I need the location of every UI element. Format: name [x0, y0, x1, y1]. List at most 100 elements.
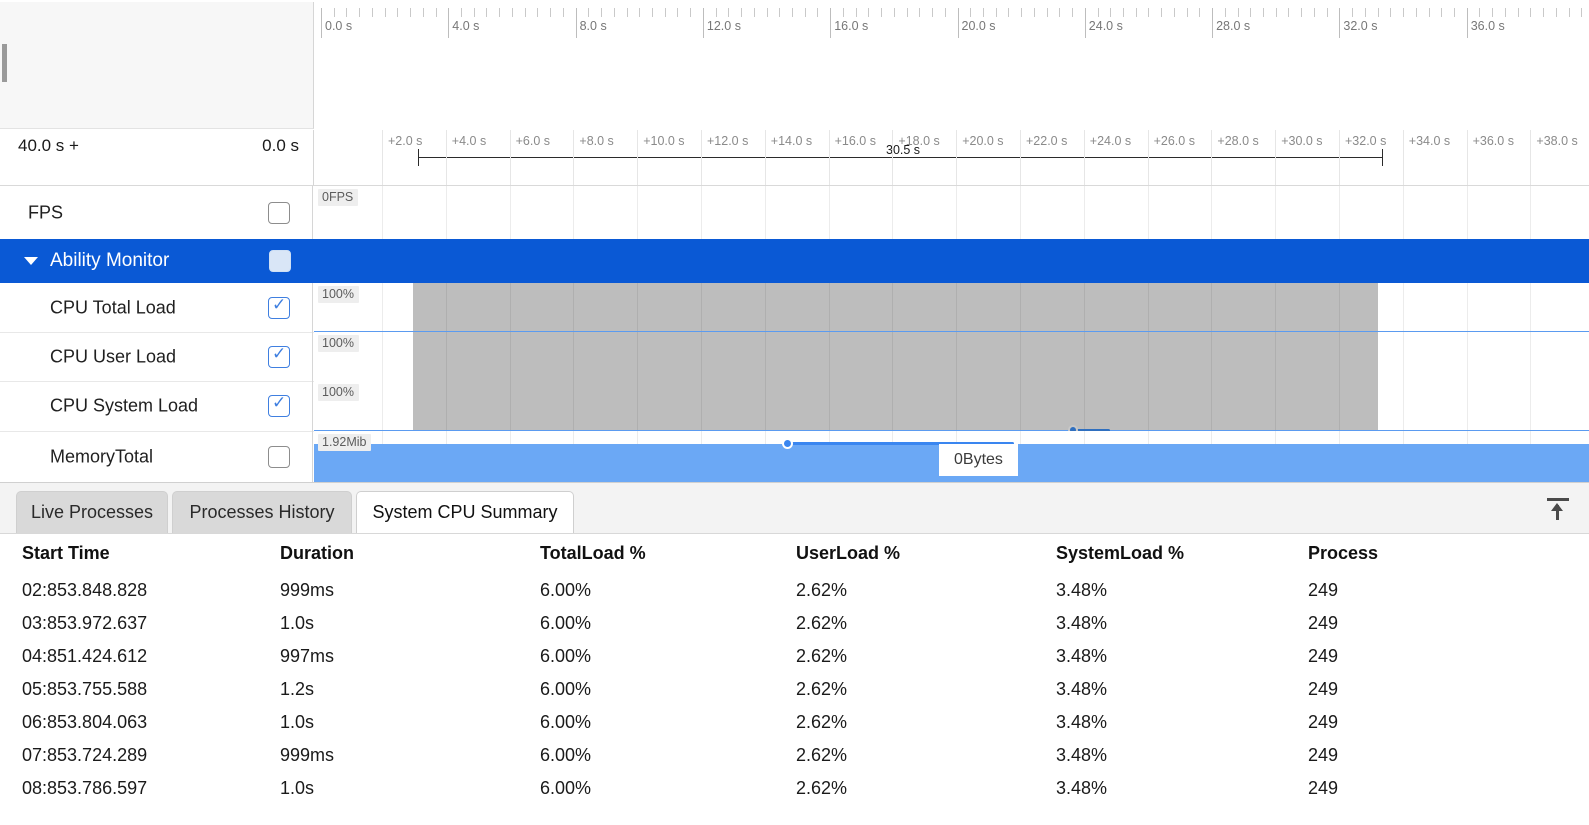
track-checkbox-memorytotal[interactable] [268, 446, 290, 468]
range-ruler-label: +38.0 s [1536, 134, 1577, 148]
range-ruler-cell: +2.0 s [382, 130, 446, 185]
range-ruler-label: +12.0 s [707, 134, 748, 148]
table-cell: 3.48% [1056, 574, 1308, 607]
tab-system-cpu-summary[interactable]: System CPU Summary [356, 491, 574, 533]
chevron-down-icon[interactable] [24, 257, 38, 265]
column-header-systemload[interactable]: SystemLoad % [1056, 535, 1308, 574]
column-header-start-time[interactable]: Start Time [0, 535, 280, 574]
ruler-tick-minor [1250, 8, 1251, 17]
chart-gridline [1530, 186, 1531, 239]
chart-gridline [382, 381, 383, 431]
table-row[interactable]: 04:851.424.612997ms6.00%2.62%3.48%249 [0, 640, 1589, 673]
ruler-tick-minor [550, 8, 551, 17]
profiler-window: 0.0 s4.0 s8.0 s12.0 s16.0 s20.0 s24.0 s2… [0, 0, 1589, 825]
ruler-tick-minor [1034, 8, 1035, 17]
selection-overlay [413, 381, 1378, 431]
ruler-tick-minor [1518, 8, 1519, 17]
value-tooltip: 0Bytes [939, 444, 1018, 476]
table-cell: 6.00% [540, 640, 796, 673]
tab-live-processes[interactable]: Live Processes [16, 491, 168, 533]
track-row-cpu-system-load[interactable]: CPU System Load 100% [0, 381, 1589, 432]
track-checkbox-cpu-system-load[interactable] [268, 395, 290, 417]
track-chart-cpu-system-load[interactable]: 100% [314, 381, 1589, 431]
track-checkbox-cpu-user-load[interactable] [268, 346, 290, 368]
track-row-memorytotal[interactable]: MemoryTotal 1.92Mib 0Bytes [0, 431, 1589, 482]
track-group-ability-monitor[interactable]: Ability Monitor [0, 239, 1589, 283]
ruler-tick-minor [1187, 8, 1188, 17]
track-name-fps: FPS [28, 202, 63, 223]
track-chart-cpu-user-load[interactable]: 100% [314, 332, 1589, 381]
table-header-row: Start Time Duration TotalLoad % UserLoad… [0, 535, 1589, 574]
range-ruler-cell: +38.0 s [1530, 130, 1589, 185]
track-label-memorytotal[interactable]: MemoryTotal [0, 431, 313, 482]
system-cpu-summary-table: Start Time Duration TotalLoad % UserLoad… [0, 535, 1589, 805]
table-row[interactable]: 03:853.972.6371.0s6.00%2.62%3.48%249 [0, 607, 1589, 640]
table-cell: 6.00% [540, 706, 796, 739]
ruler-tick-minor [436, 8, 437, 17]
column-header-totalload[interactable]: TotalLoad % [540, 535, 796, 574]
tab-processes-history[interactable]: Processes History [172, 491, 352, 533]
table-row[interactable]: 08:853.786.5971.0s6.00%2.62%3.48%249 [0, 772, 1589, 805]
ruler-tick-label: 36.0 s [1467, 19, 1505, 33]
table-row[interactable]: 06:853.804.0631.0s6.00%2.62%3.48%249 [0, 706, 1589, 739]
track-row-cpu-user-load[interactable]: CPU User Load 100% [0, 332, 1589, 382]
track-label-cpu-total-load[interactable]: CPU Total Load [0, 283, 313, 332]
timeline-playhead[interactable] [2, 44, 7, 82]
collapse-bar [1547, 498, 1569, 501]
ruler-tick-label: 12.0 s [703, 19, 741, 33]
track-chart-memorytotal[interactable]: 1.92Mib 0Bytes [314, 431, 1589, 482]
memorytotal-point[interactable] [782, 438, 793, 449]
ruler-tick-minor [1301, 8, 1302, 17]
table-cell: 2.62% [796, 706, 1056, 739]
ruler-tick-minor [1505, 8, 1506, 17]
table-row[interactable]: 05:853.755.5881.2s6.00%2.62%3.48%249 [0, 673, 1589, 706]
tab-label: Live Processes [31, 502, 153, 523]
table-cell: 249 [1308, 574, 1589, 607]
table-cell: 249 [1308, 772, 1589, 805]
track-label-cpu-user-load[interactable]: CPU User Load [0, 332, 313, 381]
ruler-tick-minor [754, 8, 755, 17]
track-label-ability-monitor[interactable]: Ability Monitor [0, 239, 313, 283]
ruler-tick-label: 24.0 s [1085, 19, 1123, 33]
ruler-tick-minor [1263, 8, 1264, 17]
table-row[interactable]: 02:853.848.828999ms6.00%2.62%3.48%249 [0, 574, 1589, 607]
chart-gridline [1467, 381, 1468, 431]
track-checkbox-fps[interactable] [268, 202, 290, 224]
global-time-ruler[interactable]: 0.0 s4.0 s8.0 s12.0 s16.0 s20.0 s24.0 s2… [314, 0, 1589, 131]
ruler-tick-minor [1569, 8, 1570, 17]
range-ruler-label: +2.0 s [388, 134, 422, 148]
ruler-tick-minor [1225, 8, 1226, 17]
ruler-tick-minor [1276, 8, 1277, 17]
track-name-cpu-total-load: CPU Total Load [50, 297, 176, 318]
table-row[interactable]: 07:853.724.289999ms6.00%2.62%3.48%249 [0, 739, 1589, 772]
ruler-tick-minor [1429, 8, 1430, 17]
ruler-tick-minor [894, 8, 895, 17]
track-row-fps[interactable]: FPS 0FPS [0, 186, 1589, 240]
chart-gridline [1275, 186, 1276, 239]
collapse-pane-icon[interactable] [1545, 497, 1571, 521]
ruler-tick-minor [499, 8, 500, 17]
ruler-tick-minor [919, 8, 920, 17]
column-header-userload[interactable]: UserLoad % [796, 535, 1056, 574]
ruler-tick-minor [843, 8, 844, 17]
column-header-duration[interactable]: Duration [280, 535, 540, 574]
track-checkbox-cpu-total-load[interactable] [268, 297, 290, 319]
range-ruler-cell: +6.0 s [510, 130, 574, 185]
relative-time-ruler[interactable]: 30.5 s +2.0 s+4.0 s+6.0 s+8.0 s+10.0 s+1… [314, 130, 1589, 186]
ruler-tick-minor [1416, 8, 1417, 17]
ruler-tick-minor [716, 8, 717, 17]
range-ruler-label: +28.0 s [1217, 134, 1258, 148]
chart-gridline [892, 186, 893, 239]
track-chart-cpu-total-load[interactable]: 100% [314, 283, 1589, 332]
track-chart-fps[interactable]: 0FPS [314, 186, 1589, 239]
range-ruler-label: +32.0 s [1345, 134, 1386, 148]
track-row-cpu-total-load[interactable]: CPU Total Load 100% [0, 283, 1589, 333]
chart-gridline [382, 186, 383, 239]
track-label-fps[interactable]: FPS [0, 186, 313, 239]
ruler-tick-minor [385, 8, 386, 17]
column-header-process[interactable]: Process [1308, 535, 1589, 574]
table-cell: 06:853.804.063 [0, 706, 280, 739]
track-checkbox-ability-monitor[interactable] [269, 250, 291, 272]
ruler-tick-minor [423, 8, 424, 17]
track-label-cpu-system-load[interactable]: CPU System Load [0, 381, 313, 431]
